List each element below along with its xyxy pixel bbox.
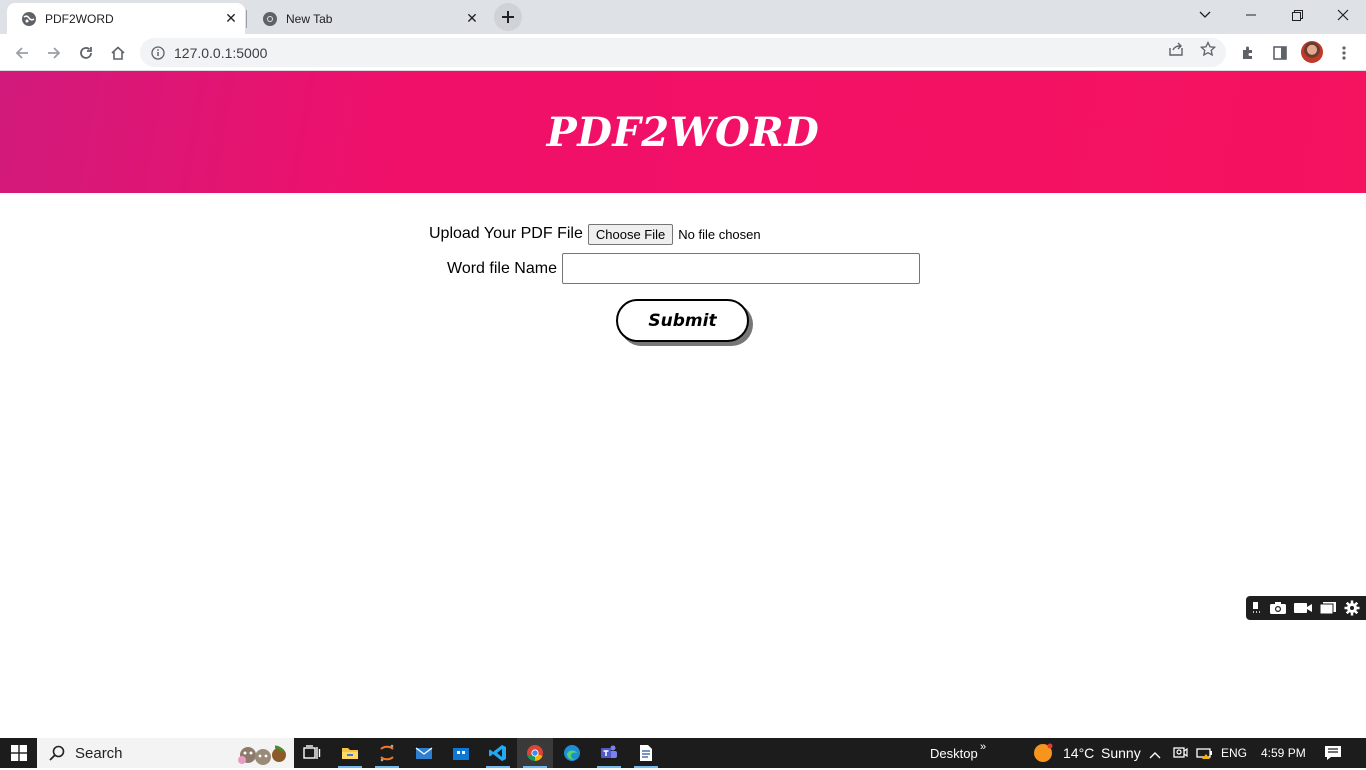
camera-icon[interactable]: [1269, 601, 1287, 615]
word-name-label: Word file Name: [447, 259, 557, 277]
extensions-button[interactable]: [1234, 39, 1262, 67]
document-app[interactable]: [628, 738, 664, 768]
file-explorer-app[interactable]: [332, 738, 368, 768]
gear-icon[interactable]: [1344, 600, 1360, 616]
edge-icon: [564, 745, 580, 761]
chevron-up-icon[interactable]: [1149, 747, 1161, 765]
star-icon[interactable]: [1198, 40, 1218, 58]
puzzle-icon: [1243, 46, 1252, 59]
orange-app[interactable]: [369, 738, 405, 768]
video-camera-icon[interactable]: [1293, 601, 1313, 615]
tab-divider: [246, 10, 247, 28]
close-tab-icon[interactable]: ✕: [223, 10, 239, 27]
kebab-menu-icon: [1342, 46, 1346, 60]
restore-button[interactable]: [1274, 0, 1320, 30]
search-highlight-icon: [237, 741, 289, 770]
windows-taskbar: Search Desktop » 14°C Sunny ENG 4:59 PM: [0, 738, 1366, 768]
chevron-down-icon: [1199, 11, 1211, 18]
folder-icon: [342, 748, 358, 759]
store-icon: [453, 748, 469, 760]
arrow-left-icon: [15, 47, 28, 59]
reload-button[interactable]: [72, 39, 100, 67]
profile-avatar[interactable]: [1301, 41, 1323, 63]
forward-button[interactable]: [40, 39, 68, 67]
vscode-app[interactable]: [480, 738, 516, 768]
upload-label: Upload Your PDF File: [429, 225, 583, 242]
close-icon: [1337, 9, 1349, 21]
capture-toolbar: [1246, 596, 1366, 620]
teams-app[interactable]: [591, 738, 627, 768]
edge-app[interactable]: [554, 738, 590, 768]
arrow-right-icon: [48, 47, 61, 59]
search-icon: [49, 745, 65, 761]
teams-icon: [601, 745, 617, 758]
restore-icon: [1291, 9, 1303, 21]
close-tab-icon[interactable]: ✕: [464, 10, 480, 27]
reload-icon: [80, 47, 92, 59]
desktop-toolbar-label[interactable]: Desktop: [930, 738, 978, 768]
plus-icon: [502, 11, 514, 23]
side-panel-icon: [1273, 46, 1287, 60]
chrome-app[interactable]: [517, 738, 553, 768]
side-panel-button[interactable]: [1266, 39, 1294, 67]
meet-now-icon[interactable]: [1172, 745, 1188, 766]
tab-strip: PDF2WORD ✕ New Tab ✕: [0, 0, 1366, 34]
file-status-text: No file chosen: [678, 226, 761, 242]
tab-pdf2word[interactable]: PDF2WORD ✕: [7, 3, 245, 34]
info-icon[interactable]: [150, 45, 166, 61]
start-button[interactable]: [0, 738, 37, 768]
chevron-right-icon[interactable]: »: [980, 732, 986, 762]
mail-icon: [415, 747, 433, 759]
chrome-icon: [527, 745, 543, 762]
new-tab-button[interactable]: [494, 3, 522, 31]
page-content: PDF2WORD Upload Your PDF File Choose Fil…: [0, 71, 1366, 738]
choose-file-button[interactable]: Choose File: [587, 223, 674, 245]
share-icon[interactable]: [1166, 40, 1186, 58]
document-icon: [640, 745, 652, 761]
word-name-row: Word file Name: [447, 253, 920, 284]
tab-new-tab[interactable]: New Tab ✕: [248, 3, 486, 34]
page-title: PDF2WORD: [546, 108, 820, 156]
clock[interactable]: 4:59 PM: [1261, 738, 1306, 768]
mail-app[interactable]: [406, 738, 442, 768]
menu-button[interactable]: [1330, 39, 1358, 67]
header-banner: PDF2WORD: [0, 71, 1366, 193]
upload-row: Upload Your PDF File Choose File No file…: [429, 223, 761, 245]
submit-button[interactable]: Submit: [616, 299, 749, 342]
weather-temperature[interactable]: 14°C: [1063, 738, 1094, 768]
home-button[interactable]: [104, 39, 132, 67]
close-window-button[interactable]: [1320, 0, 1366, 30]
battery-icon[interactable]: [1196, 746, 1214, 765]
tab-search-button[interactable]: [1182, 0, 1228, 30]
tab-title: New Tab: [286, 11, 333, 26]
chrome-icon: [262, 11, 278, 27]
snip-icon[interactable]: [1252, 601, 1262, 615]
search-placeholder: Search: [75, 744, 123, 762]
word-name-input[interactable]: [561, 253, 920, 284]
home-icon: [111, 46, 125, 60]
language-indicator[interactable]: ENG: [1221, 738, 1247, 768]
minimize-icon: [1246, 14, 1256, 16]
task-view-icon: [303, 745, 321, 759]
taskbar-search[interactable]: Search: [37, 738, 294, 768]
task-view-button[interactable]: [294, 738, 330, 768]
weather-sun-icon[interactable]: [1033, 743, 1053, 768]
jupyter-icon: [380, 744, 394, 762]
windows-logo-icon: [10, 745, 27, 761]
window-capture-icon[interactable]: [1319, 601, 1337, 615]
url-text: 127.0.0.1:5000: [174, 44, 268, 61]
minimize-button[interactable]: [1228, 0, 1274, 30]
address-bar[interactable]: 127.0.0.1:5000: [140, 38, 1226, 67]
back-button[interactable]: [8, 39, 36, 67]
tab-title: PDF2WORD: [45, 11, 114, 26]
notification-icon[interactable]: [1324, 745, 1342, 766]
store-app[interactable]: [443, 738, 479, 768]
weather-condition[interactable]: Sunny: [1101, 738, 1141, 768]
browser-toolbar: 127.0.0.1:5000: [0, 34, 1366, 71]
globe-icon: [21, 11, 37, 27]
vscode-icon: [489, 745, 506, 761]
